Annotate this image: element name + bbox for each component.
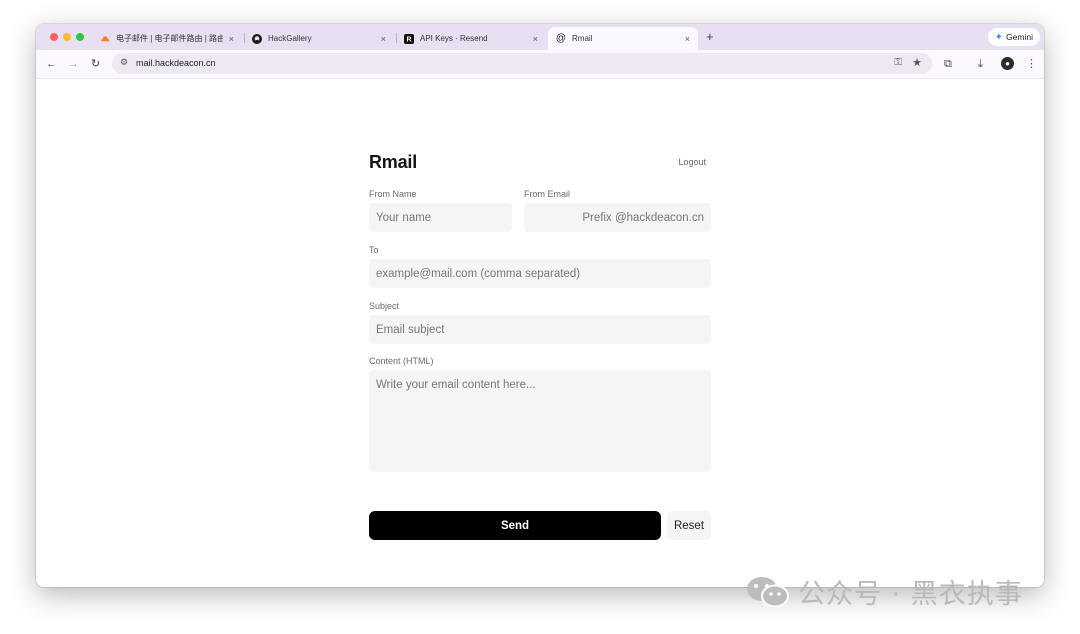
tab-label: Rmail: [572, 34, 593, 43]
tab-cloudflare-email[interactable]: 电子邮件 | 电子邮件路由 | 路由 ×: [92, 27, 242, 50]
profile-avatar-icon[interactable]: ●: [1001, 57, 1014, 70]
page-content: Rmail Logout From Name From Email To Sub…: [36, 79, 1044, 587]
new-tab-button[interactable]: +: [706, 29, 714, 44]
download-icon[interactable]: ⤓: [978, 56, 983, 72]
from-name-input[interactable]: [369, 203, 512, 232]
from-email-input[interactable]: [524, 203, 711, 232]
subject-input[interactable]: [369, 315, 711, 344]
tab-label: HackGallery: [268, 34, 312, 43]
close-tab-icon[interactable]: ×: [685, 34, 690, 44]
tab-label: API Keys · Resend: [420, 34, 488, 43]
tab-hackgallery[interactable]: HackGallery ×: [244, 27, 394, 50]
url-text[interactable]: mail.hackdeacon.cn: [136, 58, 216, 68]
more-menu-icon[interactable]: ⋮: [1026, 56, 1037, 72]
forward-arrow-icon[interactable]: →: [68, 56, 79, 72]
resend-icon: R: [404, 33, 414, 44]
from-email-label: From Email: [524, 189, 571, 199]
to-input[interactable]: [369, 259, 711, 288]
watermark: 公众号 · 黑衣执事: [746, 572, 1023, 611]
site-settings-icon[interactable]: ⚙: [120, 57, 128, 68]
send-button[interactable]: Send: [369, 511, 661, 540]
wechat-icon: [747, 576, 789, 607]
tab-label: 电子邮件 | 电子邮件路由 | 路由: [116, 34, 223, 43]
content-textarea[interactable]: [369, 370, 711, 472]
maximize-window-button[interactable]: [76, 33, 84, 41]
tab-resend-api-keys[interactable]: R API Keys · Resend ×: [396, 27, 546, 50]
app-title: Rmail: [369, 152, 418, 172]
gemini-label: Gemini: [1006, 32, 1033, 42]
from-name-label: From Name: [369, 189, 417, 199]
at-sign-icon: @: [555, 33, 567, 44]
svg-text:R: R: [406, 36, 411, 43]
bookmark-star-icon[interactable]: ★: [912, 56, 922, 69]
reload-icon[interactable]: ↻: [91, 56, 100, 72]
tab-strip: 电子邮件 | 电子邮件路由 | 路由 × HackGallery × R API…: [36, 24, 1044, 50]
content-label: Content (HTML): [369, 356, 434, 366]
logout-link[interactable]: Logout: [678, 157, 706, 167]
address-bar[interactable]: ⚙ mail.hackdeacon.cn ⚿ ★: [112, 53, 932, 74]
to-label: To: [369, 245, 379, 255]
browser-toolbar: ← → ↻ ⚙ mail.hackdeacon.cn ⚿ ★ ⧉ ⤓ ● ⋮: [36, 50, 1044, 79]
browser-window: 电子邮件 | 电子邮件路由 | 路由 × HackGallery × R API…: [36, 24, 1044, 587]
reset-button[interactable]: Reset: [667, 511, 711, 540]
password-key-icon[interactable]: ⚿: [894, 57, 902, 68]
gemini-button[interactable]: ✦ Gemini: [987, 28, 1040, 46]
extensions-puzzle-icon[interactable]: ⧉: [944, 56, 952, 72]
watermark-text: 公众号 · 黑衣执事: [798, 579, 1023, 610]
close-window-button[interactable]: [50, 33, 58, 41]
subject-label: Subject: [369, 301, 400, 311]
close-tab-icon[interactable]: ×: [381, 34, 386, 44]
github-icon: [252, 33, 262, 44]
back-arrow-icon[interactable]: ←: [46, 56, 57, 72]
close-tab-icon[interactable]: ×: [229, 34, 234, 44]
screenshot-stage: 电子邮件 | 电子邮件路由 | 路由 × HackGallery × R API…: [0, 0, 1080, 634]
close-tab-icon[interactable]: ×: [533, 34, 538, 44]
gemini-sparkle-icon: ✦: [994, 31, 1004, 43]
cloudflare-icon: [100, 34, 110, 44]
minimize-window-button[interactable]: [63, 33, 71, 41]
tab-rmail[interactable]: @ Rmail ×: [548, 27, 698, 50]
